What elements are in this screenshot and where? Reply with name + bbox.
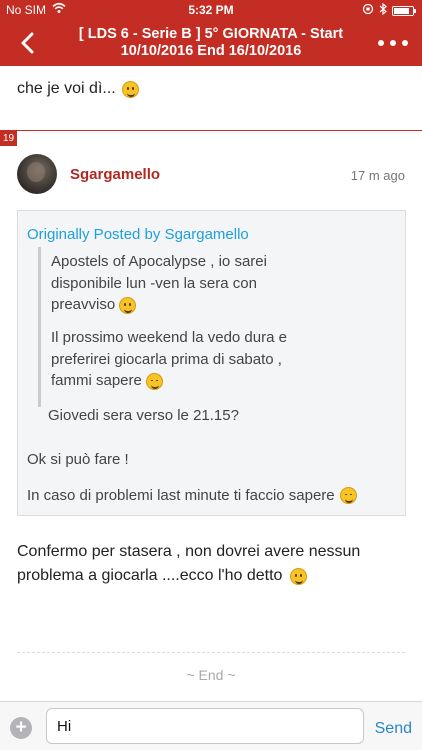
grinning-face-emoji xyxy=(290,567,308,585)
post-body-line-2: problema a giocarla ....ecco l'ho detto xyxy=(17,567,283,584)
thread-title: [ LDS 6 - Serie B ] 5° GIORNATA - Start … xyxy=(60,26,362,60)
more-dots-icon xyxy=(378,40,384,46)
status-bar: No SIM 5:32 PM xyxy=(0,0,422,20)
more-button[interactable] xyxy=(378,33,408,53)
rotation-lock-icon xyxy=(362,3,374,18)
bluetooth-icon xyxy=(379,2,387,18)
post-body-line-1: Confermo per stasera , non dovrei avere … xyxy=(17,543,361,560)
quote-reply-line: Giovedi sera verso le 21.15? xyxy=(48,407,239,424)
clock: 5:32 PM xyxy=(188,3,234,17)
post-body: Confermo per stasera , non dovrei avere … xyxy=(17,540,360,588)
grinning-face-emoji xyxy=(121,80,139,98)
chevron-left-icon xyxy=(21,32,34,54)
avatar[interactable] xyxy=(17,154,57,194)
thread-title-line2: 10/10/2016 End 16/10/2016 xyxy=(120,43,302,59)
nav-bar: [ LDS 6 - Serie B ] 5° GIORNATA - Start … xyxy=(0,20,422,66)
post-timestamp: 17 m ago xyxy=(350,168,405,183)
post-divider xyxy=(0,130,422,131)
thread-title-line1: [ LDS 6 - Serie B ] 5° GIORNATA - Start xyxy=(78,26,344,42)
quote-line-2: Ok si può fare ! xyxy=(27,451,129,468)
quote-block: Originally Posted by Sgargamello Apostel… xyxy=(17,210,406,516)
winking-face-emoji xyxy=(339,487,357,504)
add-attachment-button[interactable]: + xyxy=(10,717,32,739)
post-number-badge: 19 xyxy=(0,131,17,146)
previous-post-text: che je voi dì... xyxy=(17,80,139,98)
message-input[interactable] xyxy=(46,708,364,744)
quote-header-link[interactable]: Originally Posted by Sgargamello xyxy=(27,226,249,243)
reply-bar: + Send xyxy=(0,701,422,750)
battery-icon xyxy=(392,5,416,16)
nested-quote-paragraph-2: Il prossimo weekend la vedo dura e prefe… xyxy=(51,329,287,390)
send-button[interactable]: Send xyxy=(375,720,412,738)
winking-face-emoji xyxy=(145,372,163,390)
nested-quote-paragraph-1: Apostels of Apocalypse , io sarei dispon… xyxy=(51,253,267,314)
end-label: ~ End ~ xyxy=(186,667,236,683)
end-divider xyxy=(17,652,405,653)
back-button[interactable] xyxy=(14,29,40,57)
post-username[interactable]: Sgargamello xyxy=(70,166,160,183)
nested-quote: Apostels of Apocalypse , io sarei dispon… xyxy=(38,247,378,407)
quote-line-3: In caso di problemi last minute ti facci… xyxy=(27,487,357,504)
grinning-face-emoji xyxy=(119,296,137,314)
